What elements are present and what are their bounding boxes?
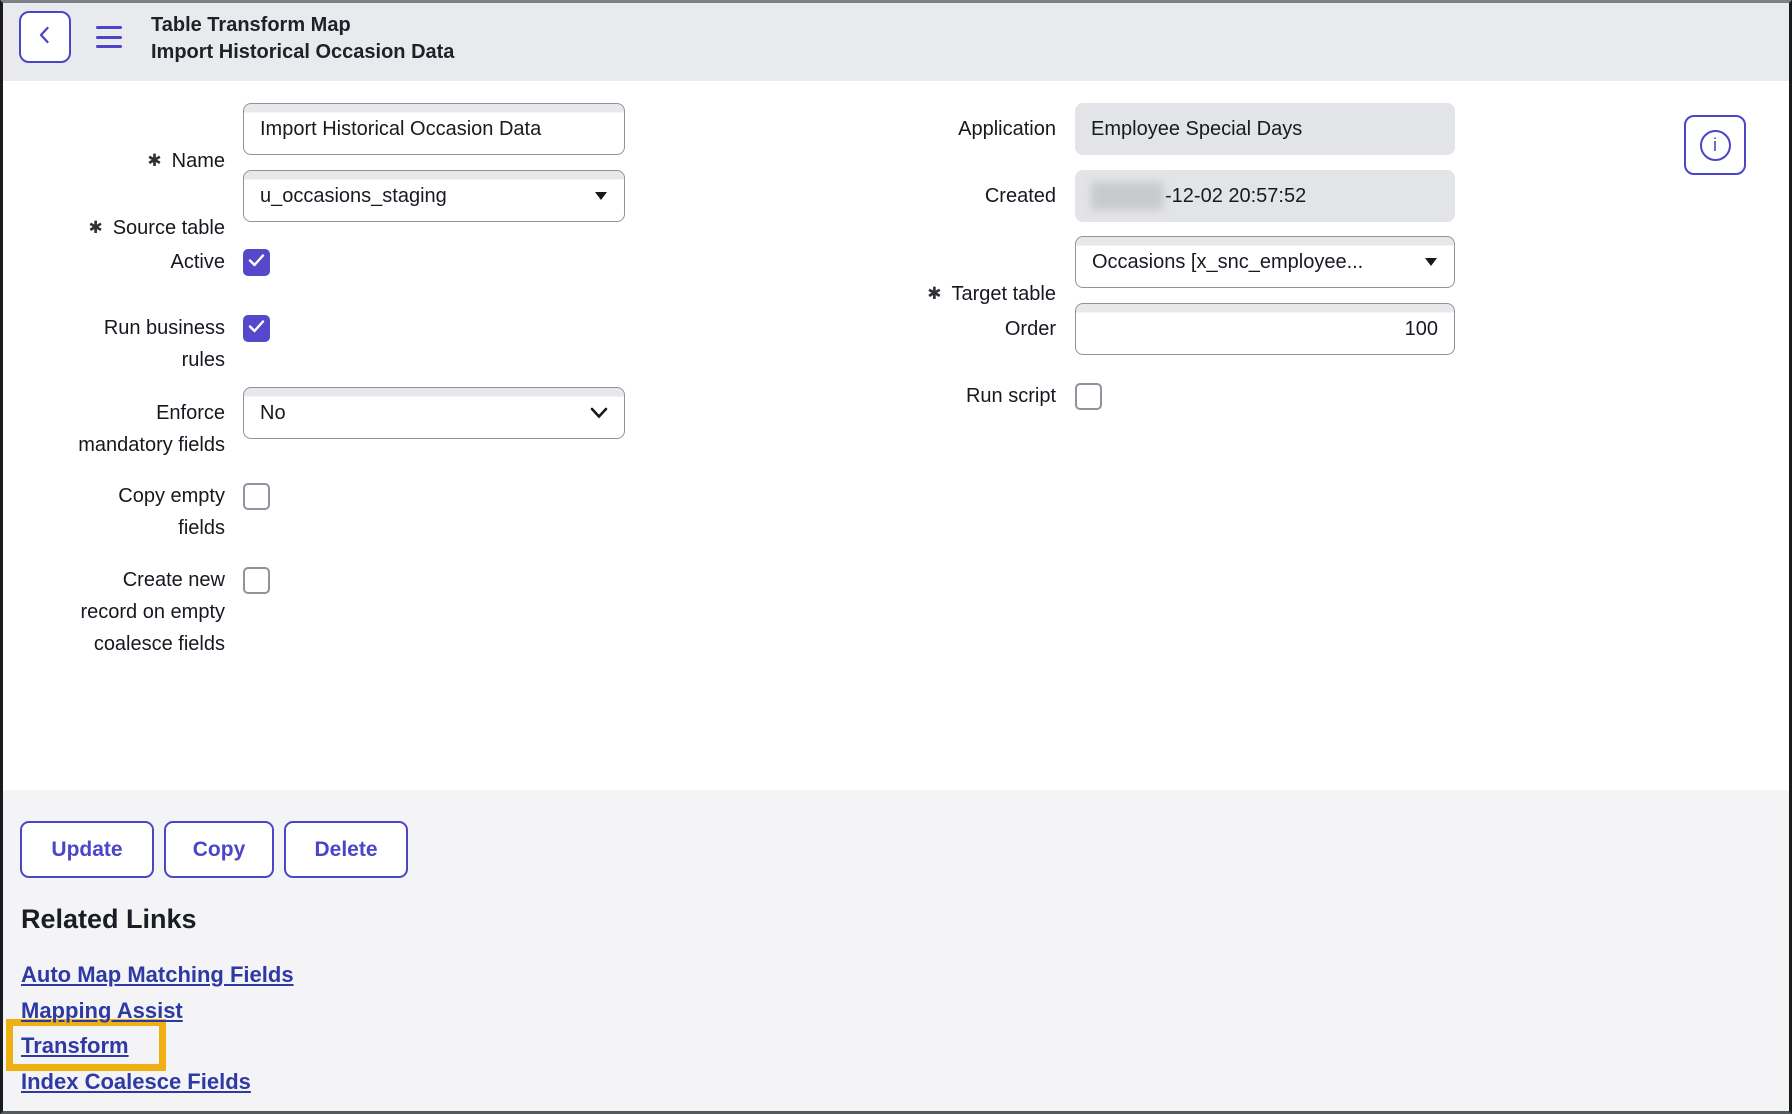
- table-transform-map-form: Table Transform Map Import Historical Oc…: [0, 0, 1792, 1114]
- source-table-select[interactable]: u_occasions_staging: [243, 170, 625, 222]
- chevron-left-icon: [34, 24, 56, 51]
- related-link-transform[interactable]: Transform: [21, 1032, 129, 1060]
- name-input[interactable]: Import Historical Occasion Data: [243, 103, 625, 155]
- active-checkbox[interactable]: [243, 249, 270, 276]
- order-label: Order: [823, 313, 1056, 345]
- chevron-down-icon: [590, 407, 608, 419]
- copy-button[interactable]: Copy: [164, 821, 274, 878]
- name-label: ✱Name: [3, 113, 225, 178]
- run-script-label: Run script: [823, 380, 1056, 412]
- info-button[interactable]: i: [1684, 115, 1746, 175]
- create-new-record-label: Create new record on empty coalesce fiel…: [3, 564, 225, 660]
- run-script-checkbox[interactable]: [1075, 383, 1102, 410]
- page-title-record-name: Import Historical Occasion Data: [151, 39, 454, 66]
- target-table-label: ✱Target table: [823, 246, 1056, 311]
- application-label: Application: [823, 113, 1056, 145]
- copy-empty-fields-label: Copy empty fields: [3, 480, 225, 544]
- checkmark-icon: [248, 319, 265, 338]
- create-new-record-checkbox[interactable]: [243, 567, 270, 594]
- enforce-mandatory-fields-label: Enforce mandatory fields: [3, 397, 225, 461]
- created-field: -12-02 20:57:52: [1075, 170, 1455, 222]
- source-table-label: ✱Source table: [3, 180, 225, 245]
- info-icon: i: [1700, 130, 1731, 161]
- application-field: Employee Special Days: [1075, 103, 1455, 155]
- checkmark-icon: [248, 253, 265, 272]
- order-input[interactable]: 100: [1075, 303, 1455, 355]
- hamburger-menu-icon[interactable]: [96, 26, 122, 48]
- related-link-mapping-assist[interactable]: Mapping Assist: [21, 997, 183, 1025]
- dropdown-arrow-icon: [1424, 257, 1438, 267]
- page-title-record-type: Table Transform Map: [151, 12, 454, 39]
- run-business-rules-label: Run business rules: [3, 312, 225, 376]
- delete-button[interactable]: Delete: [284, 821, 408, 878]
- dropdown-arrow-icon: [594, 191, 608, 201]
- created-label: Created: [823, 180, 1056, 212]
- active-label: Active: [3, 246, 225, 278]
- back-button[interactable]: [19, 11, 71, 63]
- related-links-heading: Related Links: [21, 904, 197, 935]
- mandatory-icon: ✱: [88, 212, 102, 244]
- page-title: Table Transform Map Import Historical Oc…: [151, 12, 454, 66]
- mandatory-icon: ✱: [147, 145, 161, 177]
- enforce-mandatory-fields-select[interactable]: No: [243, 387, 625, 439]
- target-table-select[interactable]: Occasions [x_snc_employee...: [1075, 236, 1455, 288]
- header-bar: Table Transform Map Import Historical Oc…: [3, 3, 1789, 81]
- update-button[interactable]: Update: [20, 821, 154, 878]
- run-business-rules-checkbox[interactable]: [243, 315, 270, 342]
- redacted-year-blur: [1091, 182, 1163, 210]
- mandatory-icon: ✱: [927, 278, 941, 310]
- copy-empty-fields-checkbox[interactable]: [243, 483, 270, 510]
- related-link-auto-map-matching-fields[interactable]: Auto Map Matching Fields: [21, 961, 294, 989]
- related-link-index-coalesce-fields[interactable]: Index Coalesce Fields: [21, 1068, 251, 1096]
